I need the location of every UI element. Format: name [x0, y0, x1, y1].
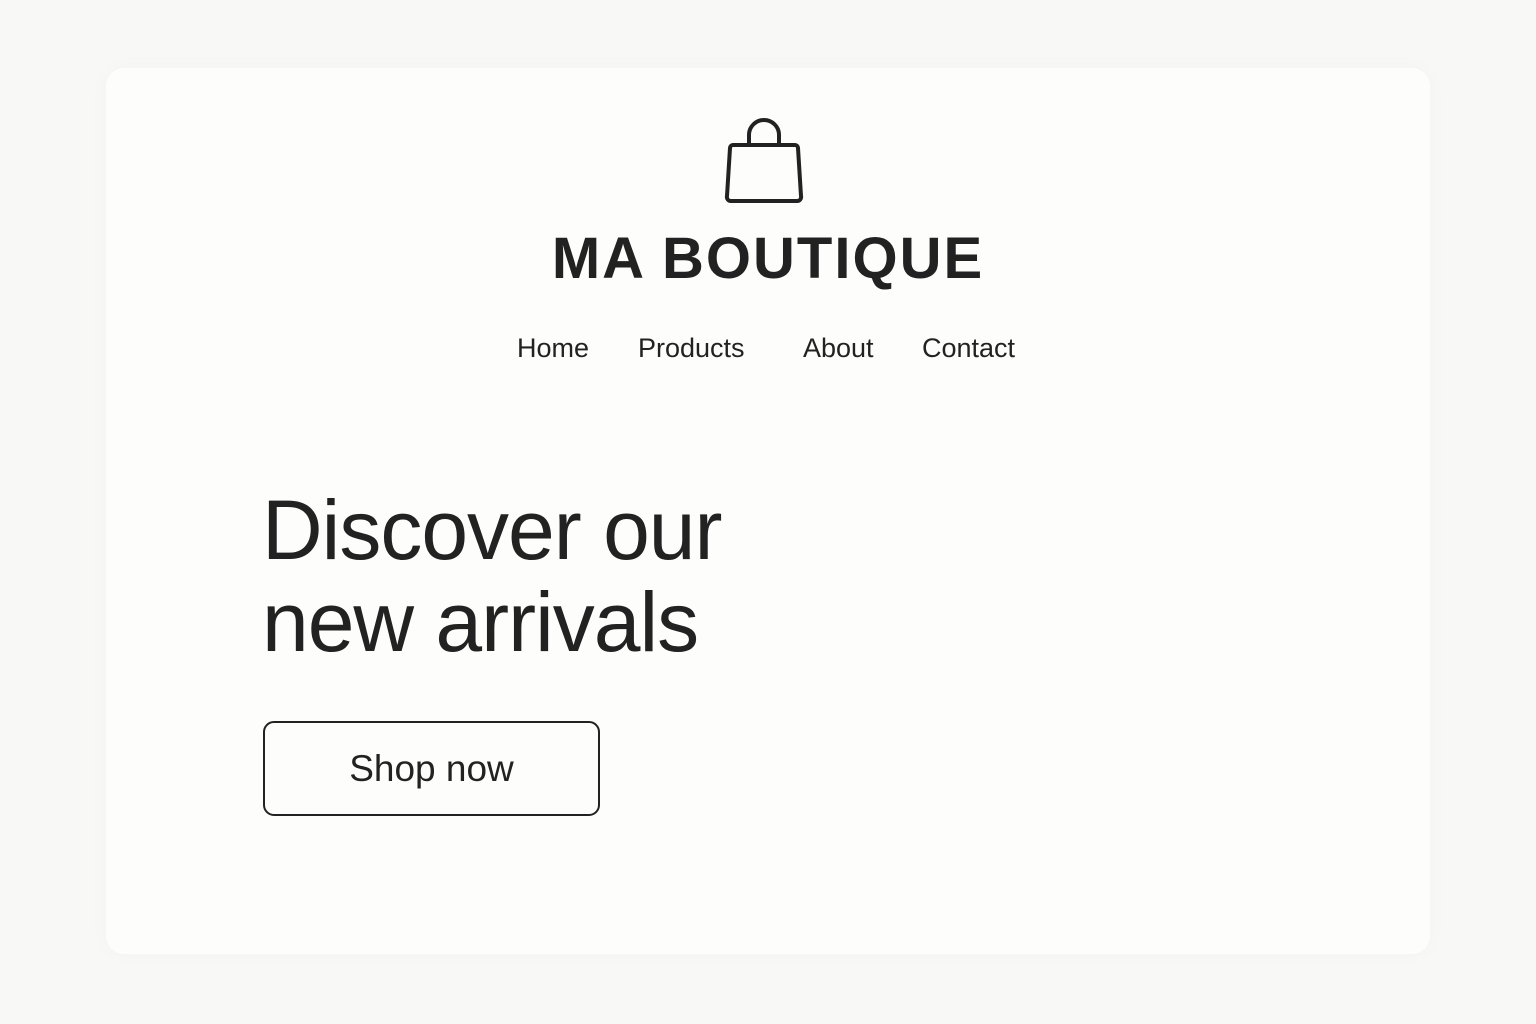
nav-item-about[interactable]: About	[803, 330, 874, 366]
hero-title-line-1: Discover our	[262, 483, 722, 577]
shopping-bag-icon	[724, 118, 804, 203]
main-nav: Home Products About Contact	[0, 330, 1536, 366]
nav-item-contact[interactable]: Contact	[922, 330, 1015, 366]
nav-item-products[interactable]: Products	[638, 330, 745, 366]
hero-title-line-2: new arrivals	[262, 575, 699, 669]
nav-item-home[interactable]: Home	[517, 330, 589, 366]
hero-title: Discover our new arrivals	[262, 484, 882, 668]
brand-name: MA BOUTIQUE	[551, 226, 985, 291]
shop-now-button[interactable]: Shop now	[263, 721, 600, 816]
